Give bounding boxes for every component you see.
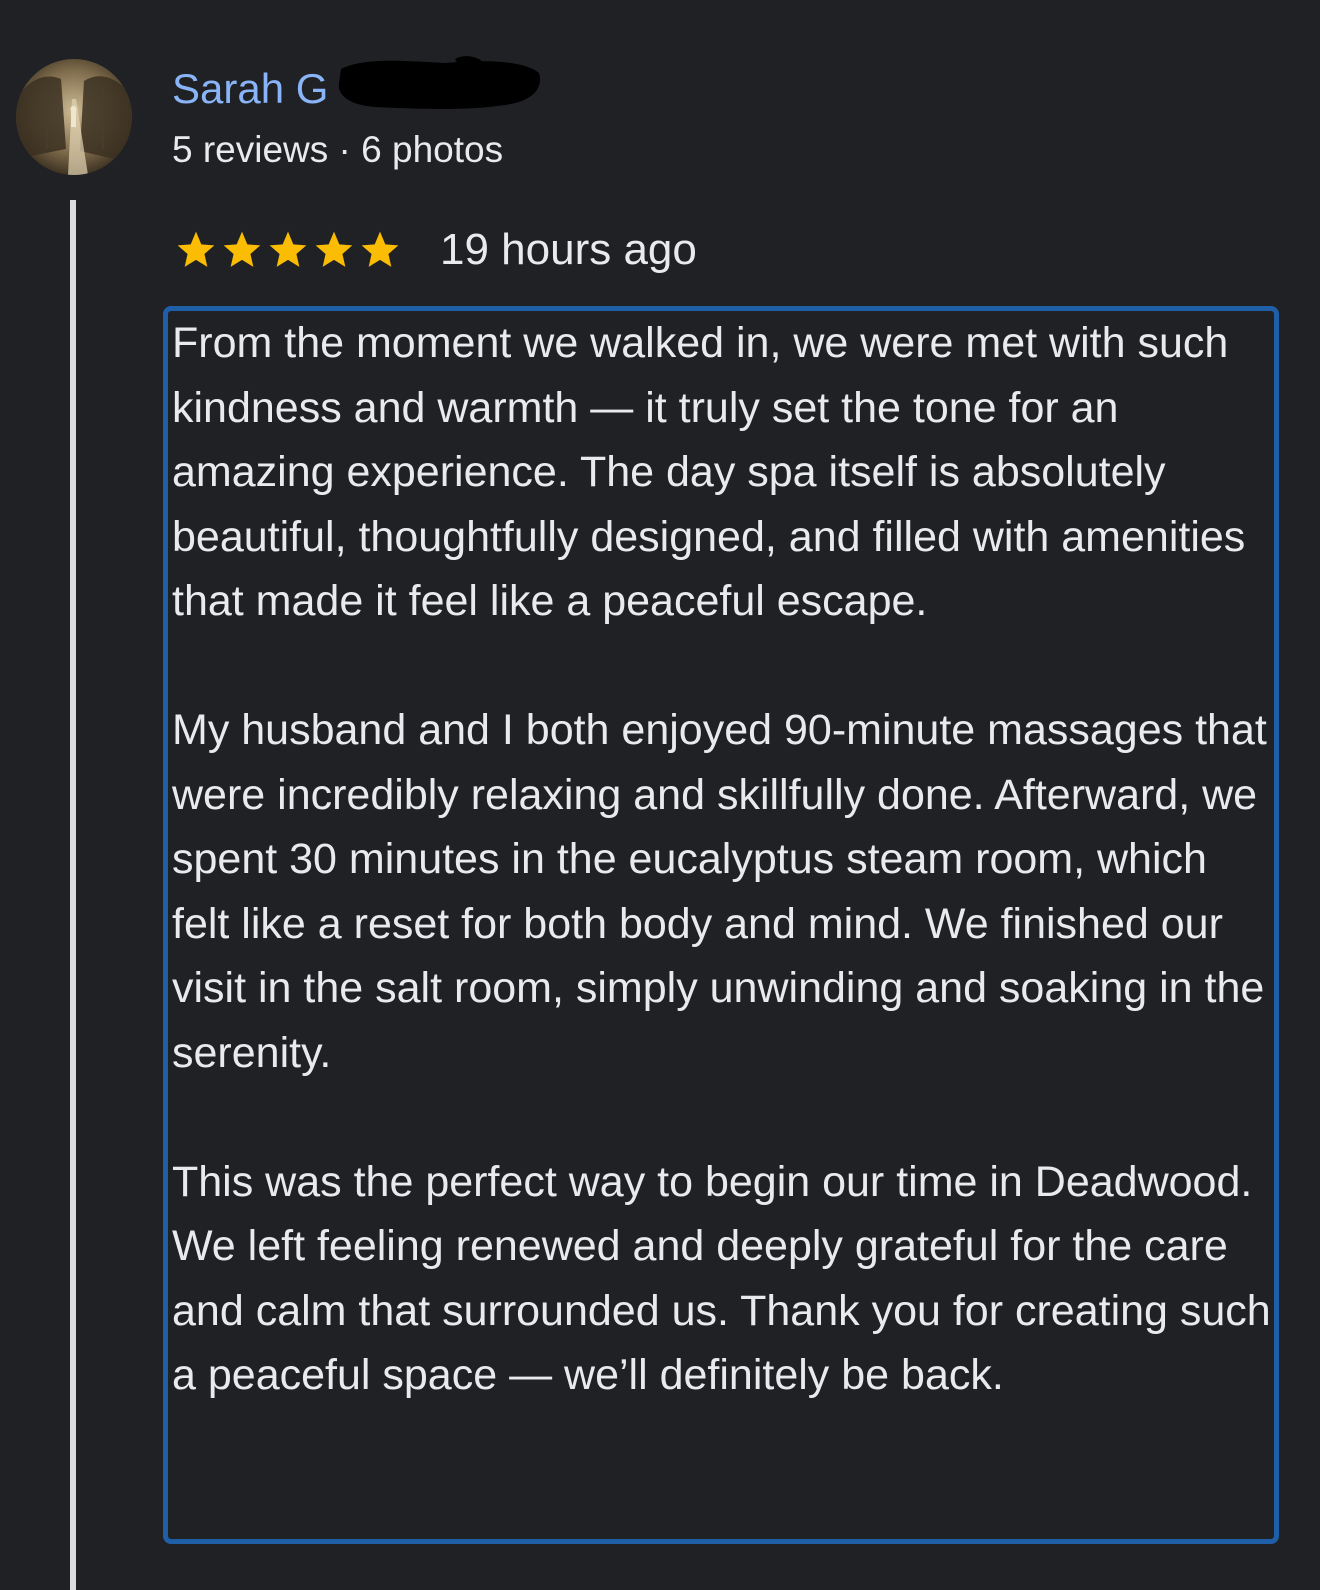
star-icon <box>361 231 399 267</box>
reviewer-avatar[interactable] <box>16 59 132 175</box>
name-redaction-mark <box>338 56 540 109</box>
star-rating <box>174 228 402 272</box>
review-paragraph: My husband and I both enjoyed 90-minute … <box>172 706 1267 1077</box>
avatar-photo <box>16 59 132 175</box>
review-paragraph: From the moment we walked in, we were me… <box>172 319 1246 625</box>
star-icon <box>269 231 307 267</box>
star-icon <box>177 231 215 267</box>
star-icon <box>223 231 261 267</box>
reviewer-stats[interactable]: 5 reviews · 6 photos <box>172 128 503 172</box>
review-text: From the moment we walked in, we were me… <box>172 311 1272 1408</box>
review-time: 19 hours ago <box>440 225 697 274</box>
review-paragraph: This was the perfect way to begin our ti… <box>172 1157 1271 1400</box>
reviewer-name[interactable]: Sarah G <box>172 64 328 114</box>
rating-row: 19 hours ago <box>174 224 697 276</box>
thread-line <box>70 200 76 1590</box>
star-icon <box>315 231 353 267</box>
